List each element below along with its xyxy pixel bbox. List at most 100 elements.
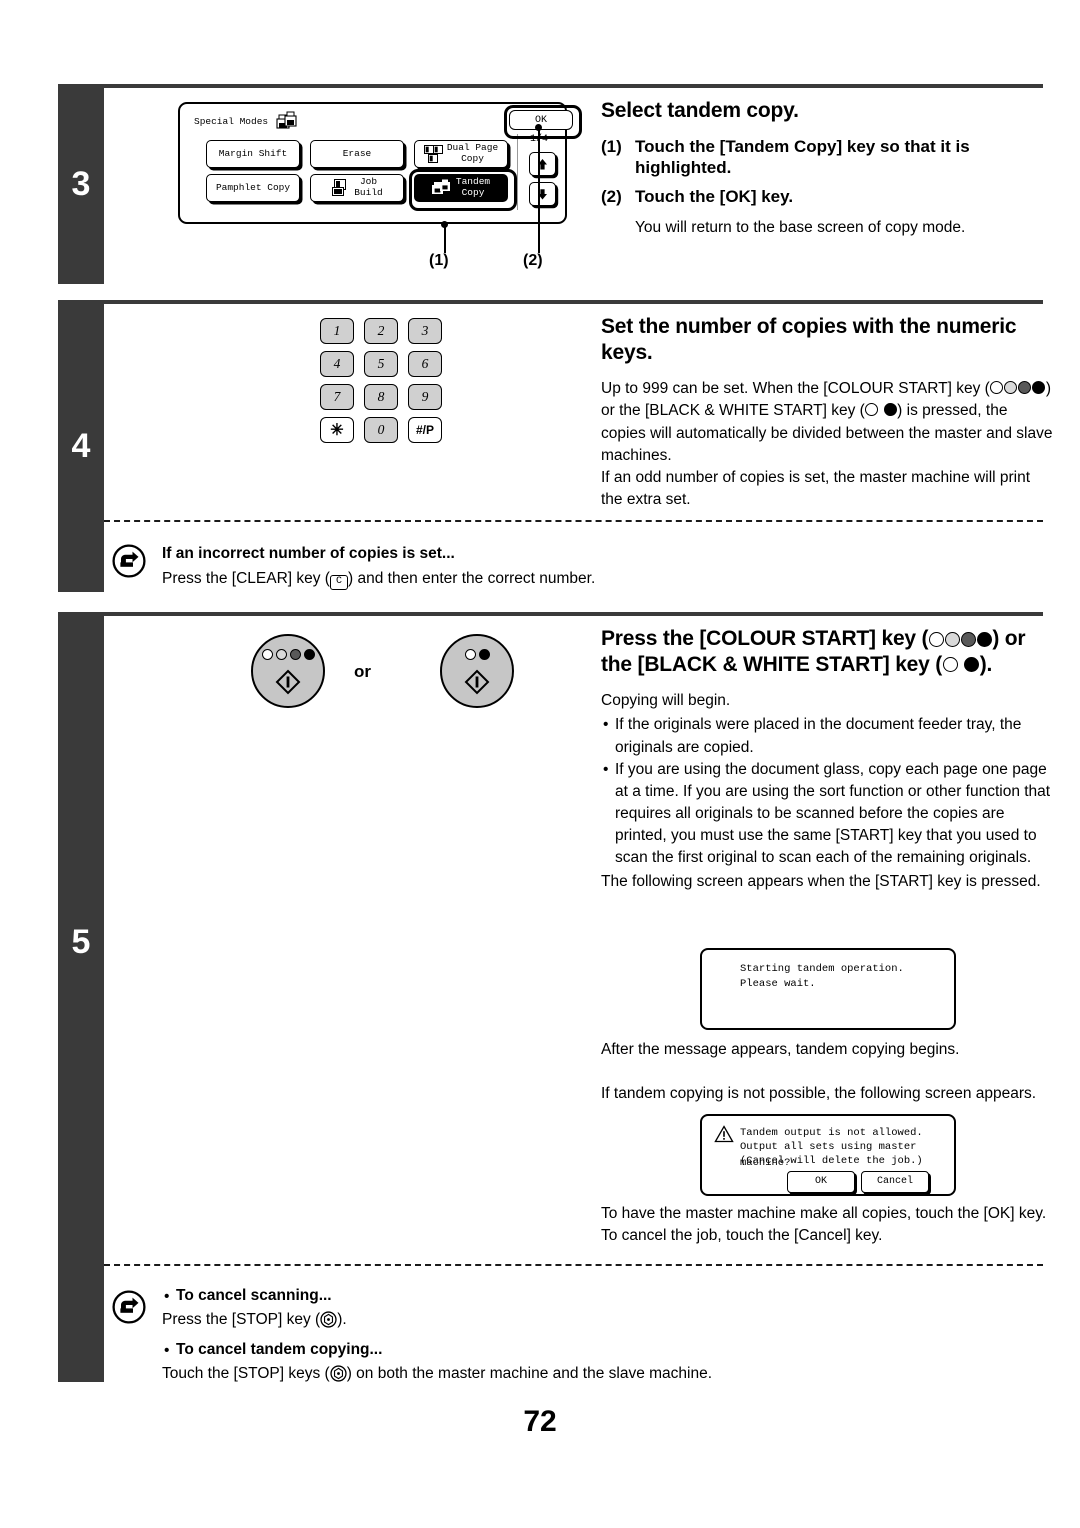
key-label: Dual Page Copy bbox=[446, 142, 499, 164]
callout-label-2: (2) bbox=[523, 252, 543, 269]
back-arrow-icon bbox=[112, 1290, 146, 1324]
step-5-text: Press the [COLOUR START] key () or the [… bbox=[601, 626, 1053, 894]
keypad-key-4[interactable]: 4 bbox=[320, 351, 354, 377]
dialog-line-3: (Cancel will delete the job.) bbox=[740, 1155, 923, 1167]
callout-label-1: (1) bbox=[429, 252, 449, 269]
job-build-icon bbox=[332, 179, 347, 196]
step-3-text: Select tandem copy. (1) Touch the [Tande… bbox=[601, 98, 1041, 239]
note-sidebar-fill bbox=[58, 520, 104, 592]
step-5-body: or Press the [COLOUR START] key () or th… bbox=[104, 612, 1050, 1272]
paragraph-text: Up to 999 can be set. When the [COLOUR S… bbox=[601, 380, 990, 398]
keypad-key-1[interactable]: 1 bbox=[320, 318, 354, 344]
step-5-title: Press the [COLOUR START] key () or the [… bbox=[601, 626, 1053, 677]
note-body: Press the [STOP] key ( ). bbox=[162, 1309, 952, 1331]
highlight-ok bbox=[504, 105, 582, 139]
cancel-note-item: To cancel scanning... Press the [STOP] k… bbox=[162, 1286, 952, 1331]
step-5-intro: Copying will begin. bbox=[601, 692, 731, 710]
dual-page-copy-icon bbox=[423, 145, 443, 163]
keypad-key-0[interactable]: 0 bbox=[364, 417, 398, 443]
bullet-item: If you are using the document glass, cop… bbox=[601, 759, 1053, 870]
step-number-label: 5 bbox=[71, 922, 91, 961]
colour-dot-light bbox=[1004, 381, 1018, 395]
stop-key-icon bbox=[320, 1311, 337, 1328]
note-divider bbox=[104, 1264, 1043, 1266]
dialog-line-1: Starting tandem operation. bbox=[740, 963, 904, 975]
step-4-paragraph-1: Up to 999 can be set. When the [COLOUR S… bbox=[601, 378, 1053, 467]
key-pamphlet-copy[interactable]: Pamphlet Copy bbox=[206, 174, 300, 202]
keypad-key-asterisk[interactable]: ✳ bbox=[320, 417, 354, 443]
step-number-label: 3 bbox=[71, 164, 91, 203]
scroll-down-button[interactable] bbox=[529, 182, 556, 206]
keypad-key-5[interactable]: 5 bbox=[364, 351, 398, 377]
tandem-not-allowed-dialog: Tandem output is not allowed. Output all… bbox=[700, 1114, 956, 1196]
step-4-paragraph-2: If an odd number of copies is set, the m… bbox=[601, 468, 1031, 508]
numeric-keypad[interactable]: 1 2 3 4 5 6 7 8 9 ✳ 0 #/P bbox=[320, 318, 442, 443]
keypad-key-2[interactable]: 2 bbox=[364, 318, 398, 344]
back-arrow-icon bbox=[112, 544, 146, 578]
dialog-cancel-button[interactable]: Cancel bbox=[861, 1171, 929, 1193]
callout-line-1 bbox=[443, 224, 447, 253]
step-3-title: Select tandem copy. bbox=[601, 99, 799, 122]
note-body-after: ). bbox=[337, 1310, 347, 1328]
key-label: Erase bbox=[342, 147, 372, 159]
colour-dot-white bbox=[990, 381, 1004, 395]
step-3-item-2: (2) Touch the [OK] key. bbox=[601, 186, 1041, 208]
bw-start-dots bbox=[442, 649, 512, 660]
note-body-before: Press the [CLEAR] key ( bbox=[162, 569, 330, 587]
special-modes-screen: Special Modes Margin Shift Erase Dual Pa… bbox=[178, 102, 582, 224]
note-body-before: Touch the [STOP] keys ( bbox=[162, 1365, 330, 1382]
screen-title: Special Modes bbox=[194, 116, 269, 127]
step-5-after-dialog-1: After the message appears, tandem copyin… bbox=[601, 1041, 960, 1058]
step-3: 3 Special Modes Margin Shift Erase Dual … bbox=[58, 84, 1043, 284]
note-divider bbox=[104, 520, 1043, 522]
bw-dot-white bbox=[865, 403, 879, 417]
keypad-key-3[interactable]: 3 bbox=[408, 318, 442, 344]
note-incorrect-copies: If an incorrect number of copies is set.… bbox=[58, 520, 1043, 592]
stop-key-icon bbox=[330, 1365, 347, 1382]
bullet-item: If the originals were placed in the docu… bbox=[601, 714, 1053, 758]
note-heading: To cancel tandem copying... bbox=[176, 1341, 383, 1359]
keypad-key-6[interactable]: 6 bbox=[408, 351, 442, 377]
dialog-line-2: Please wait. bbox=[740, 978, 816, 990]
note-cancel-operations: To cancel scanning... Press the [STOP] k… bbox=[58, 1264, 1043, 1382]
colour-start-button[interactable] bbox=[251, 634, 325, 708]
keypad-key-hash-p[interactable]: #/P bbox=[408, 417, 442, 443]
cancel-note-item: To cancel tandem copying... Touch the [S… bbox=[162, 1340, 952, 1385]
callout-line-2 bbox=[537, 127, 541, 253]
manual-page: 3 Special Modes Margin Shift Erase Dual … bbox=[0, 0, 1080, 1528]
dot-white bbox=[464, 649, 476, 660]
key-margin-shift[interactable]: Margin Shift bbox=[206, 140, 300, 168]
black-white-start-button[interactable] bbox=[440, 634, 514, 708]
key-label: Margin Shift bbox=[218, 147, 288, 159]
dot-black bbox=[478, 649, 490, 660]
key-label: Job Build bbox=[354, 176, 383, 198]
key-erase[interactable]: Erase bbox=[310, 140, 404, 168]
step-3-note: You will return to the base screen of co… bbox=[635, 218, 966, 236]
note-body: Touch the [STOP] keys ( ) on both the ma… bbox=[162, 1363, 952, 1385]
title-part: ). bbox=[979, 652, 993, 676]
key-dual-page-copy[interactable]: Dual Page Copy bbox=[414, 140, 508, 168]
tandem-copy-icon bbox=[276, 111, 297, 129]
step-4-title: Set the number of copies with the numeri… bbox=[601, 315, 1017, 364]
note-body-after: ) on both the master machine and the sla… bbox=[346, 1365, 713, 1382]
step-5-before-dialog-2: If tandem copying is not possible, the f… bbox=[601, 1085, 1037, 1102]
colour-dot-white bbox=[928, 631, 944, 647]
note-text: If an incorrect number of copies is set.… bbox=[162, 544, 862, 590]
keypad-key-8[interactable]: 8 bbox=[364, 384, 398, 410]
scroll-up-button[interactable] bbox=[529, 152, 556, 176]
key-job-build[interactable]: Job Build bbox=[310, 174, 404, 202]
dialog-ok-button[interactable]: OK bbox=[787, 1171, 855, 1193]
colour-start-dots bbox=[253, 649, 323, 660]
dot-light bbox=[275, 649, 287, 660]
item-text: Touch the [OK] key. bbox=[635, 187, 794, 207]
item-marker: (1) bbox=[601, 136, 622, 156]
note-body-before: Press the [STOP] key ( bbox=[162, 1310, 321, 1328]
item-text: Touch the [Tandem Copy] key so that it i… bbox=[635, 136, 970, 178]
step-5-bullets: If the originals were placed in the docu… bbox=[601, 714, 1053, 869]
bw-dot-black bbox=[964, 657, 980, 673]
bw-dot-black bbox=[883, 403, 897, 417]
keypad-key-9[interactable]: 9 bbox=[408, 384, 442, 410]
note-heading: If an incorrect number of copies is set.… bbox=[162, 545, 455, 562]
keypad-key-7[interactable]: 7 bbox=[320, 384, 354, 410]
page-number: 72 bbox=[523, 1405, 557, 1438]
